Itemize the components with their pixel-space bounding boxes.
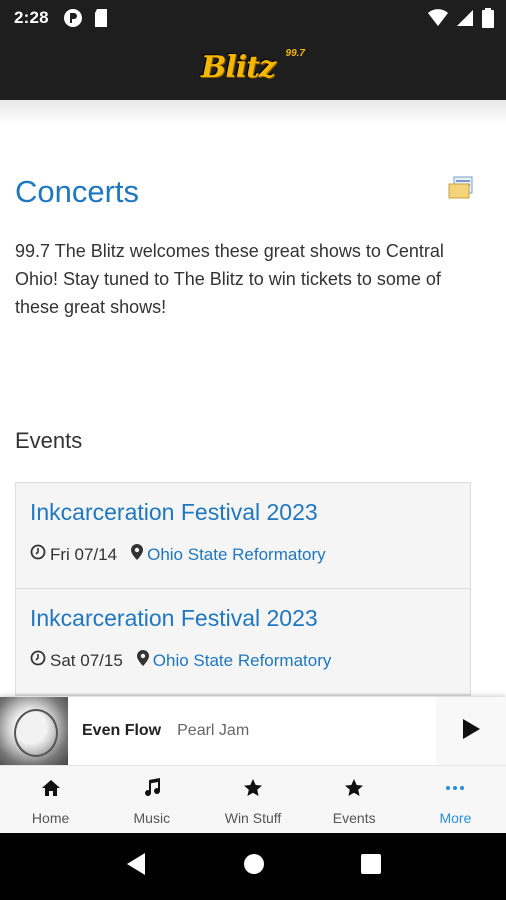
event-meta: Sat 07/15 Ohio State Reformatory <box>30 650 456 671</box>
logo-frequency: 99.7 <box>285 48 305 59</box>
nav-label: Music <box>133 810 171 826</box>
event-venue-link[interactable]: Ohio State Reformatory <box>153 651 332 671</box>
system-nav-bar <box>0 833 506 900</box>
home-icon <box>41 776 61 800</box>
play-icon <box>461 718 481 745</box>
recents-icon[interactable] <box>361 854 381 879</box>
logo-text: Blitz <box>201 50 276 85</box>
music-note-icon <box>143 776 161 800</box>
now-playing-bar[interactable]: Even Flow Pearl Jam <box>0 697 506 765</box>
app-bar: Blitz 99.7 <box>0 36 506 100</box>
event-date: Fri 07/14 <box>50 544 118 564</box>
star-icon <box>344 776 364 800</box>
album-art <box>0 697 68 765</box>
event-title[interactable]: Inkcarceration Festival 2023 <box>30 499 456 526</box>
nav-label: Events <box>332 810 376 826</box>
map-pin-icon <box>136 650 149 671</box>
nav-label: Win Stuff <box>224 810 282 826</box>
nav-label: More <box>439 810 472 826</box>
event-title[interactable]: Inkcarceration Festival 2023 <box>30 605 456 632</box>
play-button[interactable] <box>436 697 506 765</box>
track-title: Even Flow <box>82 722 162 739</box>
nav-item-more[interactable]: More <box>405 766 506 833</box>
page-title: Concerts <box>15 174 140 209</box>
back-icon[interactable] <box>125 852 147 881</box>
nav-item-music[interactable]: Music <box>101 766 202 833</box>
events-list: Inkcarceration Festival 2023 Fri 07/14 O… <box>15 482 471 696</box>
star-icon <box>243 776 263 800</box>
event-meta: Fri 07/14 Ohio State Reformatory <box>30 544 456 565</box>
map-pin-icon <box>131 544 144 565</box>
nav-item-home[interactable]: Home <box>0 766 101 833</box>
nav-label: Home <box>31 810 70 826</box>
notification-app-icon <box>63 8 83 28</box>
intro-text: 99.7 The Blitz welcomes these great show… <box>15 241 444 317</box>
bottom-nav: Home Music Win Stuff Events More <box>0 765 506 833</box>
nav-item-events[interactable]: Events <box>304 766 405 833</box>
event-venue-link[interactable]: Ohio State Reformatory <box>147 545 326 565</box>
wifi-icon <box>428 9 448 32</box>
clock-icon <box>30 544 46 565</box>
clock-icon <box>30 650 46 671</box>
nav-item-win-stuff[interactable]: Win Stuff <box>202 766 303 833</box>
track-artist: Pearl Jam <box>177 722 250 739</box>
station-logo[interactable]: Blitz 99.7 <box>201 48 305 88</box>
status-time: 2:28 <box>14 8 49 27</box>
event-card[interactable]: Inkcarceration Festival 2023 Sat 07/15 O… <box>16 589 470 695</box>
event-date: Sat 07/15 <box>50 650 123 670</box>
more-icon <box>445 776 465 800</box>
home-circle-icon[interactable] <box>243 853 265 880</box>
feed-icon[interactable] <box>448 176 473 200</box>
events-heading: Events <box>15 428 83 453</box>
battery-icon <box>482 8 494 33</box>
app-bar-shadow <box>0 100 506 124</box>
status-bar: 2:28 <box>0 0 506 36</box>
cell-signal-icon <box>456 9 474 32</box>
sd-card-icon <box>93 8 109 28</box>
event-card[interactable]: Inkcarceration Festival 2023 Fri 07/14 O… <box>16 483 470 589</box>
